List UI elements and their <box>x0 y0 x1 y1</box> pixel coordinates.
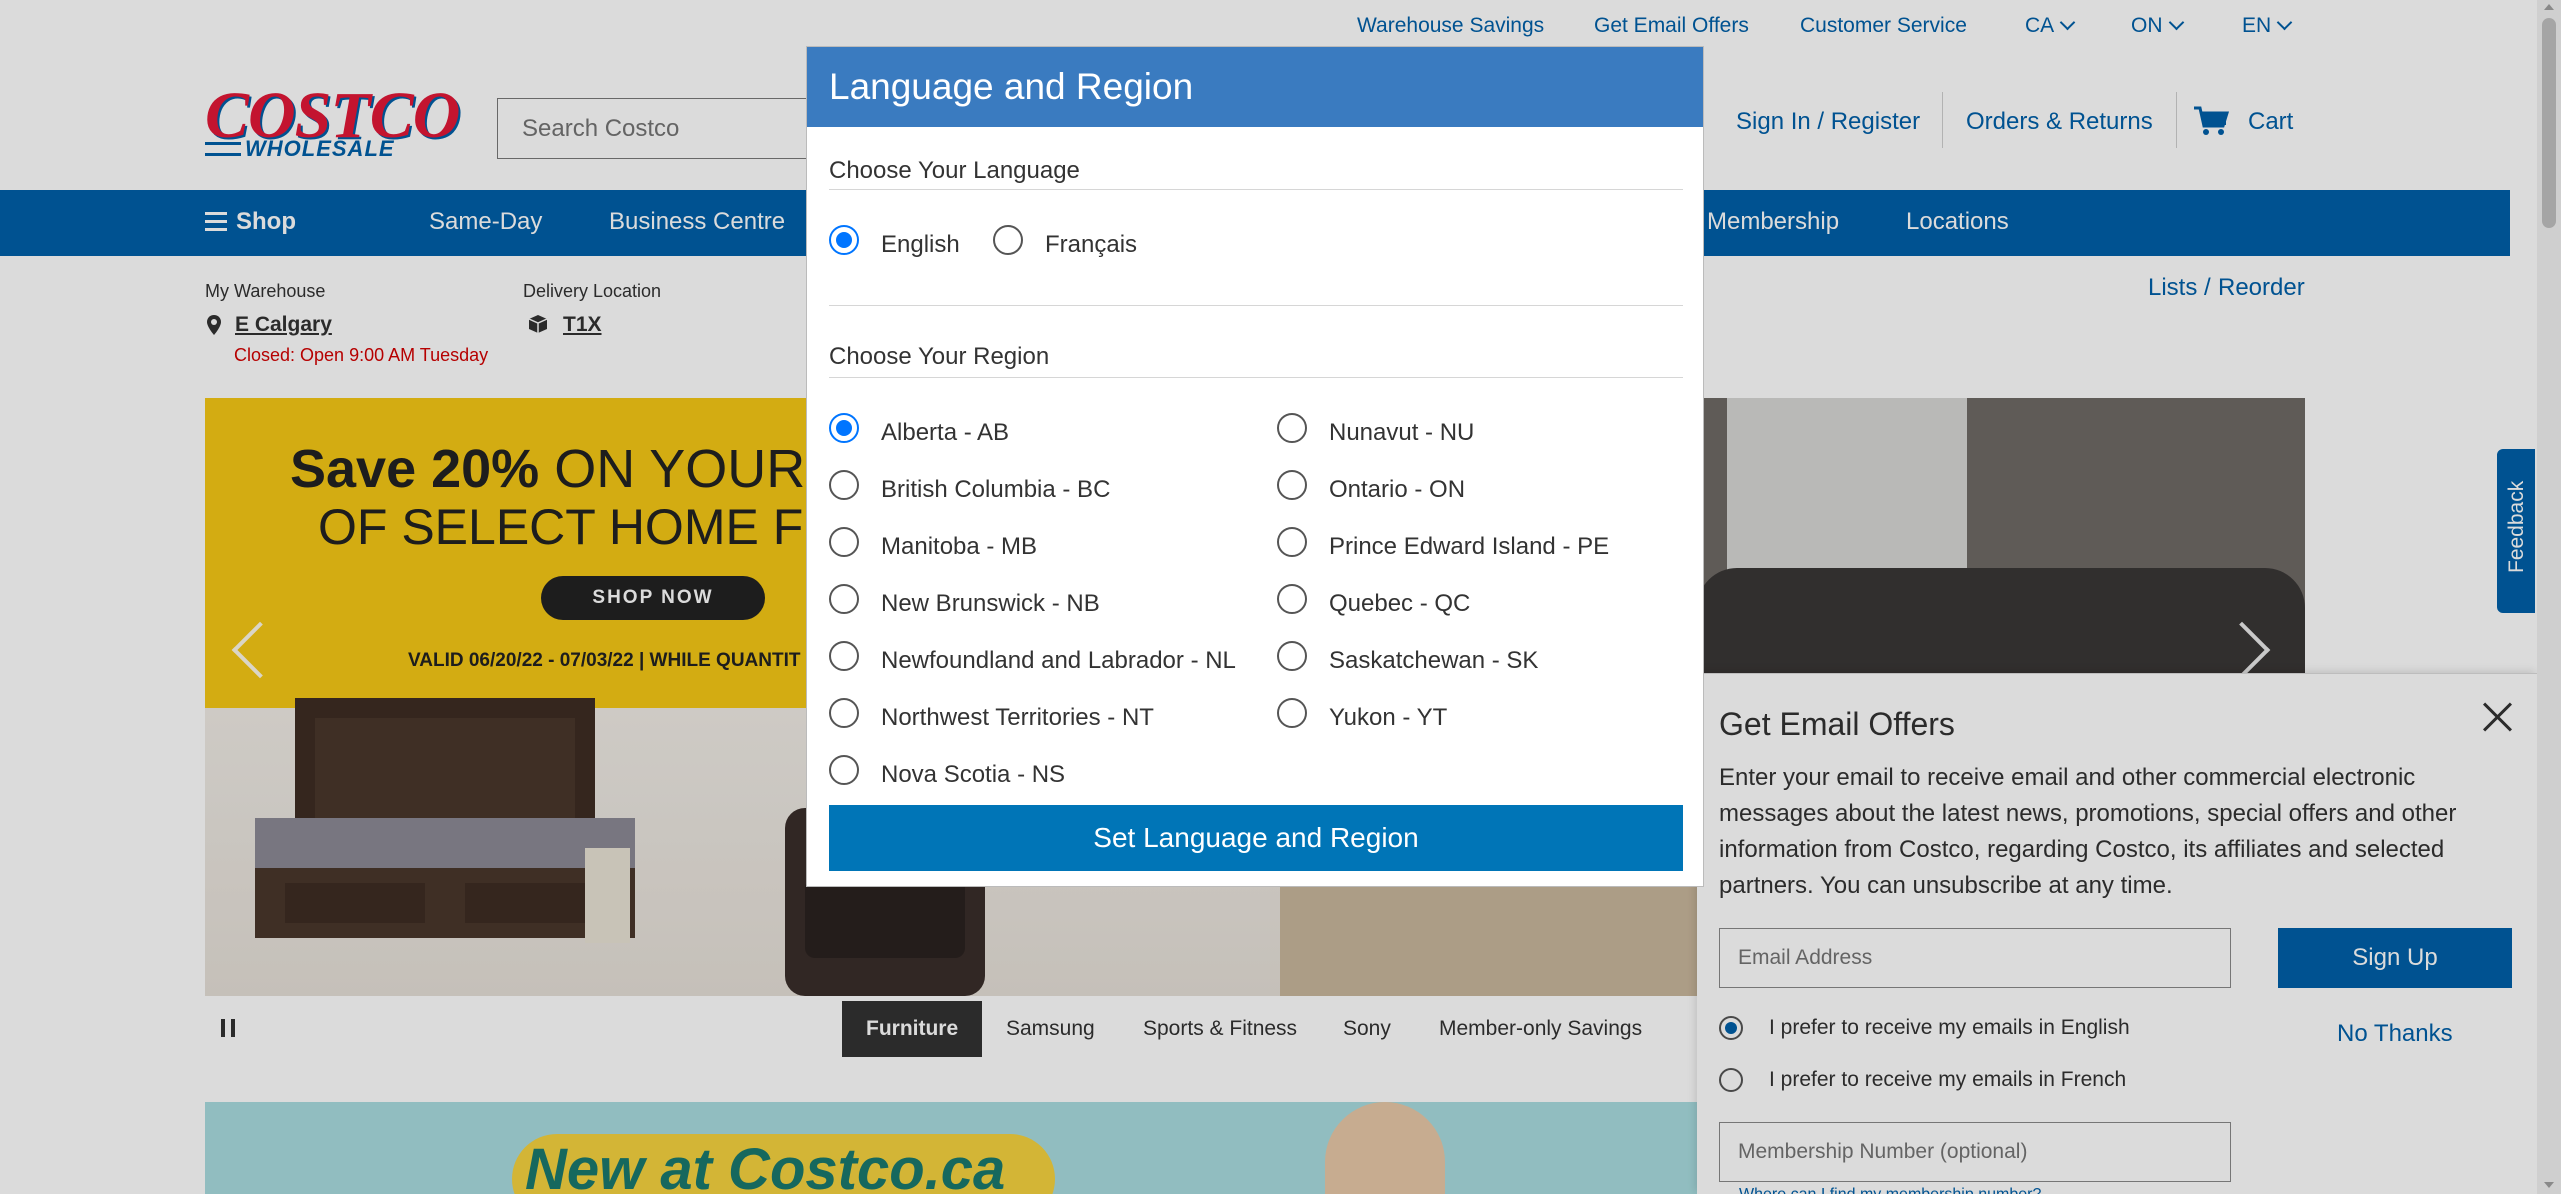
region-radio-mb[interactable] <box>829 527 859 557</box>
language-radio-french[interactable] <box>993 225 1023 255</box>
modal-title: Language and Region <box>807 47 1703 127</box>
region-label-nl: Newfoundland and Labrador - NL <box>881 647 1236 674</box>
region-radio-ns[interactable] <box>829 755 859 785</box>
language-label-french: Français <box>1045 231 1138 258</box>
language-heading: Choose Your Language <box>829 157 1080 184</box>
region-label-ab: Alberta - AB <box>881 419 1010 446</box>
region-label-nb: New Brunswick - NB <box>881 590 1100 617</box>
region-radio-nu[interactable] <box>1277 413 1307 443</box>
region-radio-qc[interactable] <box>1277 584 1307 614</box>
language-radio-english[interactable] <box>829 225 859 255</box>
region-radio-sk[interactable] <box>1277 641 1307 671</box>
region-radio-on[interactable] <box>1277 470 1307 500</box>
region-label-pe: Prince Edward Island - PE <box>1329 533 1610 560</box>
region-label-bc: British Columbia - BC <box>881 476 1111 503</box>
region-label-yt: Yukon - YT <box>1329 704 1448 731</box>
region-radio-nt[interactable] <box>829 698 859 728</box>
region-radio-ab[interactable] <box>829 413 859 443</box>
region-radio-nb[interactable] <box>829 584 859 614</box>
region-label-mb: Manitoba - MB <box>881 533 1038 560</box>
region-radio-yt[interactable] <box>1277 698 1307 728</box>
region-label-on: Ontario - ON <box>1329 476 1466 503</box>
region-label-qc: Quebec - QC <box>1329 590 1471 617</box>
region-heading: Choose Your Region <box>829 343 1050 370</box>
set-language-region-button[interactable]: Set Language and Region <box>829 805 1683 871</box>
region-label-ns: Nova Scotia - NS <box>881 761 1066 788</box>
language-label-english: English <box>881 231 960 258</box>
region-radio-nl[interactable] <box>829 641 859 671</box>
language-region-modal: Language and Region Choose Your Language… <box>806 46 1704 887</box>
region-label-nt: Northwest Territories - NT <box>881 704 1154 731</box>
divider <box>829 377 1683 378</box>
region-radio-bc[interactable] <box>829 470 859 500</box>
region-radio-pe[interactable] <box>1277 527 1307 557</box>
divider <box>829 305 1683 306</box>
region-label-sk: Saskatchewan - SK <box>1329 647 1539 674</box>
divider <box>829 189 1683 190</box>
region-label-nu: Nunavut - NU <box>1329 419 1475 446</box>
